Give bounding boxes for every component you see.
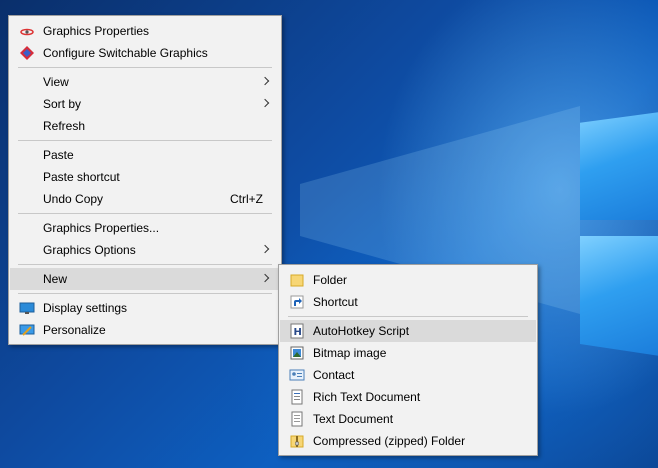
new-item-rich-text-document[interactable]: Rich Text Document: [280, 386, 536, 408]
menu-item-configure-switchable-graphics[interactable]: Configure Switchable Graphics: [10, 42, 280, 64]
new-item-bitmap-image[interactable]: Bitmap image: [280, 342, 536, 364]
contact-icon: [289, 367, 305, 383]
menu-item-paste[interactable]: Paste: [10, 144, 280, 166]
menu-item-label: Configure Switchable Graphics: [43, 46, 208, 60]
menu-item-label: Graphics Properties: [43, 24, 150, 38]
rich-text-document-icon: [289, 389, 305, 405]
new-item-contact[interactable]: Contact: [280, 364, 536, 386]
svg-text:H: H: [294, 327, 302, 338]
text-document-icon: [289, 411, 305, 427]
bitmap-image-icon: [289, 345, 305, 361]
folder-icon: [289, 272, 305, 288]
menu-item-label: Refresh: [43, 119, 86, 133]
menu-item-label: New: [43, 272, 68, 286]
chevron-right-icon: [262, 78, 269, 85]
menu-item-label: Display settings: [43, 301, 128, 315]
menu-separator: [18, 67, 272, 68]
menu-separator: [288, 316, 528, 317]
menu-item-label: View: [43, 75, 69, 89]
new-item-text-document[interactable]: Text Document: [280, 408, 536, 430]
menu-item-graphics-properties[interactable]: Graphics Properties: [10, 20, 280, 42]
menu-item-label: Graphics Properties...: [43, 221, 160, 235]
menu-separator: [18, 293, 272, 294]
menu-item-refresh[interactable]: Refresh: [10, 115, 280, 137]
windows-logo-pane-bottom: [580, 236, 658, 356]
menu-item-undo-copy[interactable]: Undo Copy Ctrl+Z: [10, 188, 280, 210]
new-item-label: Folder: [313, 273, 348, 287]
menu-item-label: Personalize: [43, 323, 106, 337]
menu-item-personalize[interactable]: Personalize: [10, 319, 280, 341]
autohotkey-script-icon: H: [289, 323, 305, 339]
shortcut-hint: Ctrl+Z: [230, 192, 263, 206]
chevron-right-icon: [262, 100, 269, 107]
menu-separator: [18, 264, 272, 265]
chevron-right-icon: [262, 246, 269, 253]
menu-item-sort-by[interactable]: Sort by: [10, 93, 280, 115]
menu-separator: [18, 140, 272, 141]
new-item-autohotkey-script[interactable]: H AutoHotkey Script: [280, 320, 536, 342]
menu-item-paste-shortcut[interactable]: Paste shortcut: [10, 166, 280, 188]
menu-separator: [18, 213, 272, 214]
personalize-icon: [19, 322, 35, 338]
new-item-label: Bitmap image: [313, 346, 387, 360]
menu-item-label: Graphics Options: [43, 243, 136, 257]
new-submenu: Folder Shortcut H AutoHotkey Script Bitm…: [278, 264, 538, 456]
new-item-label: Contact: [313, 368, 355, 382]
switchable-graphics-icon: [19, 45, 35, 61]
chevron-right-icon: [262, 275, 269, 282]
menu-item-display-settings[interactable]: Display settings: [10, 297, 280, 319]
menu-item-label: Sort by: [43, 97, 82, 111]
menu-item-label: Paste shortcut: [43, 170, 120, 184]
desktop-context-menu: Graphics Properties Configure Switchable…: [8, 15, 282, 345]
menu-item-label: Paste: [43, 148, 74, 162]
display-icon: [19, 300, 35, 316]
new-item-label: Compressed (zipped) Folder: [313, 434, 466, 448]
menu-item-label: Undo Copy: [43, 192, 104, 206]
new-item-label: Shortcut: [313, 295, 358, 309]
menu-item-graphics-options[interactable]: Graphics Options: [10, 239, 280, 261]
new-item-label: AutoHotkey Script: [313, 324, 410, 338]
menu-item-graphics-properties-dialog[interactable]: Graphics Properties...: [10, 217, 280, 239]
menu-item-new[interactable]: New: [10, 268, 280, 290]
zip-folder-icon: [289, 433, 305, 449]
menu-item-view[interactable]: View: [10, 71, 280, 93]
new-item-compressed-folder[interactable]: Compressed (zipped) Folder: [280, 430, 536, 452]
new-item-label: Rich Text Document: [313, 390, 421, 404]
shortcut-icon: [289, 294, 305, 310]
windows-logo-pane-top: [580, 112, 658, 220]
new-item-shortcut[interactable]: Shortcut: [280, 291, 536, 313]
intel-graphics-icon: [19, 23, 35, 39]
new-item-folder[interactable]: Folder: [280, 269, 536, 291]
new-item-label: Text Document: [313, 412, 394, 426]
